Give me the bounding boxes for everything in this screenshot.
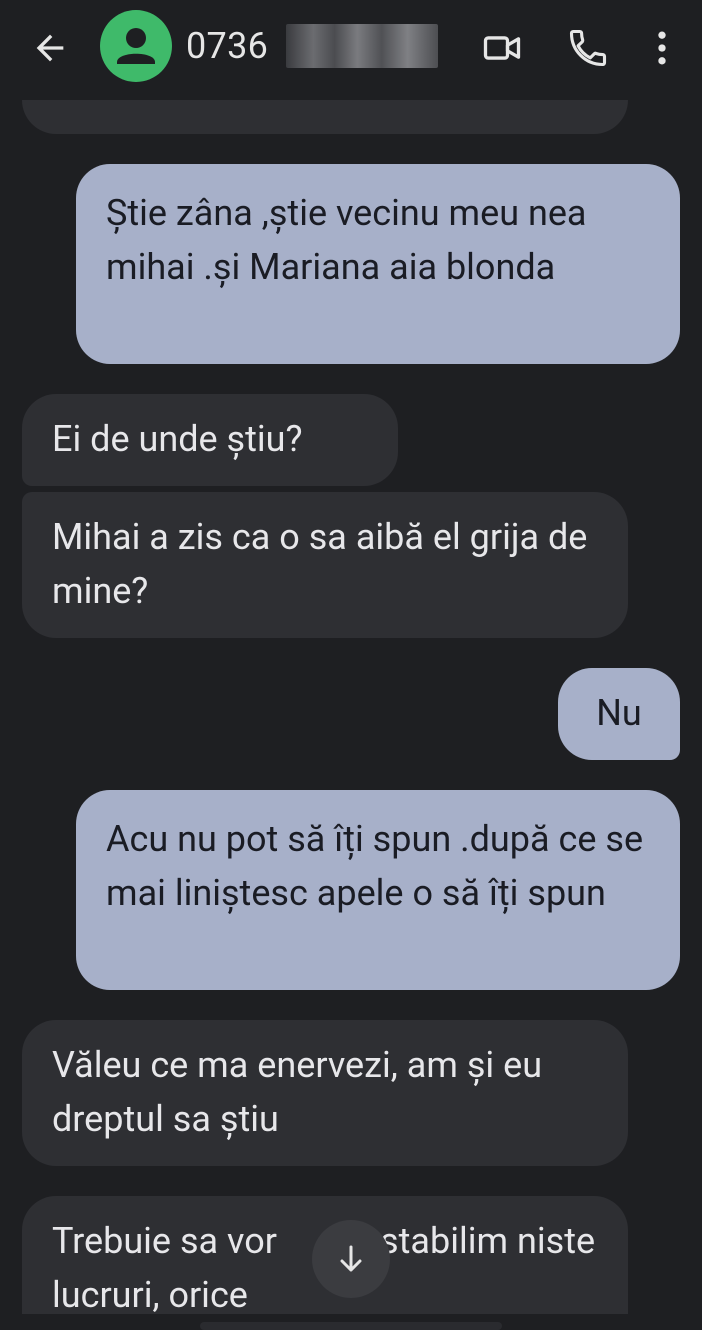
message-text: Acu nu pot să îți spun .după ce se mai l… [106,818,644,914]
incoming-message[interactable]: Văleu ce ma enervezi, am și eu dreptul s… [22,1020,628,1166]
contact-avatar[interactable] [100,10,172,82]
more-vertical-icon [658,31,666,65]
back-button[interactable] [30,28,70,68]
outgoing-message[interactable]: Știe zâna ,știe vecinu meu nea mihai .și… [76,164,680,364]
outgoing-message[interactable]: Nu [558,668,680,760]
outgoing-message[interactable]: Acu nu pot să îți spun .după ce se mai l… [76,790,680,990]
message-text: Nu [596,692,642,734]
message-text: Mihai a zis ca o sa aibă el grija de min… [52,516,588,612]
video-camera-icon [483,36,521,60]
message-text: Văleu ce ma enervezi, am și eu dreptul s… [52,1044,543,1140]
message-text: Trebuie sa vor [52,1220,277,1262]
scroll-to-bottom-button[interactable] [312,1220,390,1298]
contact-number[interactable]: 0736 [186,22,268,70]
message-text: Știe zâna ,știe vecinu meu nea mihai .și… [106,192,587,288]
arrow-left-icon [36,34,64,62]
phone-icon [569,29,607,67]
incoming-message[interactable]: Mihai a zis ca o sa aibă el grija de min… [22,492,628,638]
arrow-down-icon [340,1245,362,1272]
video-call-button[interactable] [480,26,524,70]
compose-bar-edge [200,1322,502,1330]
message-text: Ei de unde știu? [52,418,303,460]
conversation-screen: ne-am întâlnit 0736 [0,0,702,1330]
incoming-message[interactable]: Ei de unde știu? [22,394,398,486]
more-options-button[interactable] [640,26,684,70]
conversation-header: 0736 [0,0,702,100]
redacted-digits [286,24,438,68]
person-icon [117,28,155,64]
voice-call-button[interactable] [566,26,610,70]
